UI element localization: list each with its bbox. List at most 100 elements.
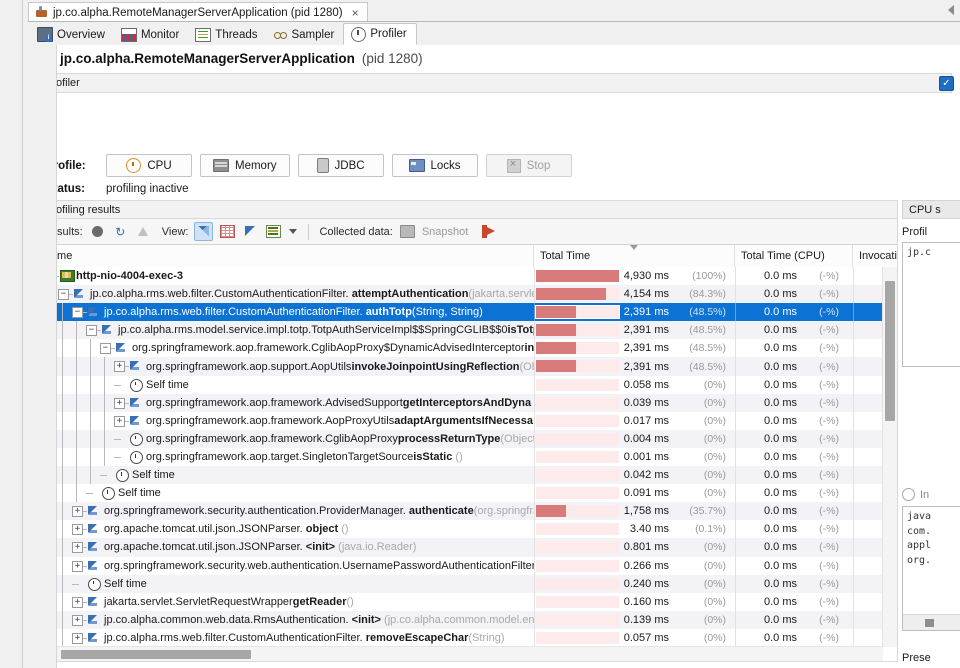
textarea-scrollbar[interactable] [903,614,960,630]
tab-threads[interactable]: Threads [188,24,266,45]
table-row[interactable]: + org.apache.tomcat.util.json.JSONParser.… [37,520,897,539]
memory-button[interactable]: Memory [200,154,290,177]
tree-elbow [114,456,121,458]
tab-profiler[interactable]: Profiler [343,23,417,45]
column-separator [735,303,736,322]
reset-results-icon[interactable]: ↻ [112,223,129,240]
export-icon[interactable] [480,223,497,240]
table-row[interactable]: Self time0.240 ms(0%)0.0 ms(-%)12 [37,574,897,593]
table-row[interactable]: − jp.co.alpha.rms.web.filter.CustomAuthen… [37,303,897,322]
total-time-value: 0.091 ms [623,487,669,500]
method-label: org.apache.tomcat.util.json.JSONParser. … [104,523,349,536]
application-name: jp.co.alpha.RemoteManagerServerApplicati… [60,51,355,66]
column-separator [735,520,736,539]
results-toolbar: Results: ↻ View: Collected data: Snapsho… [36,219,898,245]
jdbc-button[interactable]: JDBC [297,154,384,177]
tree-guide-line [104,375,105,394]
expand-node-icon[interactable]: + [114,415,125,427]
locks-button[interactable]: Locks [391,154,478,177]
table-row[interactable]: −http-nio-4004-exec-3 4,930 ms (100%) 0.0 m… [37,267,897,286]
panel-enabled-checkbox[interactable]: ✓ [939,76,954,91]
cpu-time-percent: (-%) [819,288,839,301]
table-row[interactable]: + org.springframework.aop.support.AopUtil… [37,357,897,376]
tree-guide-line [90,447,91,467]
column-separator [534,411,535,430]
table-row[interactable]: + org.springframework.aop.framework.AopPr… [37,411,897,430]
table-horizontal-scrollbar[interactable] [37,646,883,661]
method-label: org.springframework.aop.support.AopUtils… [146,360,534,373]
expand-node-icon[interactable]: + [114,397,125,409]
table-row[interactable]: org.springframework.aop.target.Singleton… [37,447,897,467]
table-row[interactable]: Self time0.042 ms(0%)0.0 ms(-%)12 [37,466,897,485]
collapse-left-arrow-icon[interactable] [948,5,954,15]
collapse-node-icon[interactable]: − [72,307,83,319]
profile-classes-textarea[interactable]: jp.c [902,242,960,367]
total-time-percent: (0%) [703,595,726,608]
view-hotspots-icon[interactable] [219,223,236,240]
method-icon [88,614,101,626]
column-separator [853,375,854,394]
sort-descending-icon [630,245,638,250]
instrumentation-radio[interactable]: In [902,488,929,501]
expand-node-icon[interactable]: + [114,361,125,373]
column-header-total-time-cpu[interactable]: Total Time (CPU) [735,245,853,267]
diff-results-icon[interactable] [135,223,152,240]
live-results-icon[interactable] [89,223,106,240]
table-row[interactable]: + org.apache.tomcat.util.json.JSONParser.… [37,538,897,557]
view-dropdown-caret-icon[interactable] [288,223,298,240]
table-row[interactable]: + org.springframework.security.web.authen… [37,556,897,575]
table-vertical-scrollbar[interactable] [882,267,897,647]
horizontal-scrollbar-thumb[interactable] [61,650,251,659]
table-row[interactable]: − jp.co.alpha.rms.web.filter.CustomAuthen… [37,285,897,304]
expand-node-icon[interactable]: + [72,596,83,608]
total-time-bar-fill [536,505,566,518]
total-time-value: 0.001 ms [623,450,669,463]
total-time-bar-fill [536,270,619,282]
cell-name: Self time [37,484,534,503]
close-icon[interactable]: × [352,6,359,20]
view-combined-icon[interactable] [265,223,282,240]
expand-node-icon[interactable]: + [72,560,83,572]
table-row[interactable]: + jakarta.servlet.ServletRequestWrapperge… [37,592,897,611]
expand-node-icon[interactable]: + [72,542,83,554]
do-not-profile-textarea[interactable]: java com. appl org. [902,506,960,631]
tab-overview[interactable]: Overview [30,24,114,45]
total-time-percent: (48.5%) [689,342,726,355]
expand-node-icon[interactable]: + [72,506,83,518]
view-forward-calls-icon[interactable] [194,222,214,241]
cell-total-time-cpu: 0.0 ms (-%) [735,285,853,303]
snapshot-icon[interactable] [399,223,416,240]
cpu-settings-tab[interactable]: CPU s [902,200,960,219]
method-label: org.springframework.aop.target.Singleton… [146,450,463,463]
tab-sampler[interactable]: Sampler [266,24,343,45]
total-time-value: 1,758 ms [623,505,669,518]
scrollbar-thumb[interactable] [925,619,934,627]
table-row[interactable]: + org.springframework.aop.framework.Advis… [37,393,897,412]
method-icon [116,342,129,354]
table-row[interactable]: org.springframework.aop.framework.CglibA… [37,429,897,448]
table-row[interactable]: − org.springframework.aop.framework.Cglib… [37,339,897,358]
column-header-name[interactable]: Name [37,245,534,267]
collapse-node-icon[interactable]: − [58,289,69,301]
table-row[interactable]: Self time0.091 ms(0%)0.0 ms(-%)12 [37,484,897,503]
collapse-node-icon[interactable]: − [100,343,111,355]
collapse-node-icon[interactable]: − [86,325,97,337]
view-reverse-calls-icon[interactable] [242,223,259,240]
column-separator [853,303,854,322]
table-row[interactable]: + jp.co.alpha.common.web.data.RmsAuthenti… [37,610,897,629]
cpu-button[interactable]: CPU [106,154,192,177]
table-row[interactable]: Self time0.058 ms(0%)0.0 ms(-%)12 [37,375,897,394]
table-row[interactable]: + org.springframework.security.authentica… [37,502,897,521]
tab-monitor[interactable]: Monitor [114,24,188,45]
expand-node-icon[interactable]: + [72,632,83,644]
vertical-scrollbar-thumb[interactable] [885,281,895,421]
expand-node-icon[interactable]: + [72,524,83,536]
window-tab[interactable]: jp.co.alpha.RemoteManagerServerApplicati… [28,2,368,22]
column-separator [853,556,854,575]
column-header-total-time[interactable]: Total Time [534,245,735,267]
profiler-content: jp.co.alpha.RemoteManagerServerApplicati… [28,45,960,668]
table-row[interactable]: + jp.co.alpha.rms.web.filter.CustomAuthen… [37,628,897,647]
expand-node-icon[interactable]: + [72,614,83,626]
table-row[interactable]: − jp.co.alpha.rms.model.service.impl.totp… [37,321,897,340]
column-header-invocations[interactable]: Invocations [853,245,897,267]
